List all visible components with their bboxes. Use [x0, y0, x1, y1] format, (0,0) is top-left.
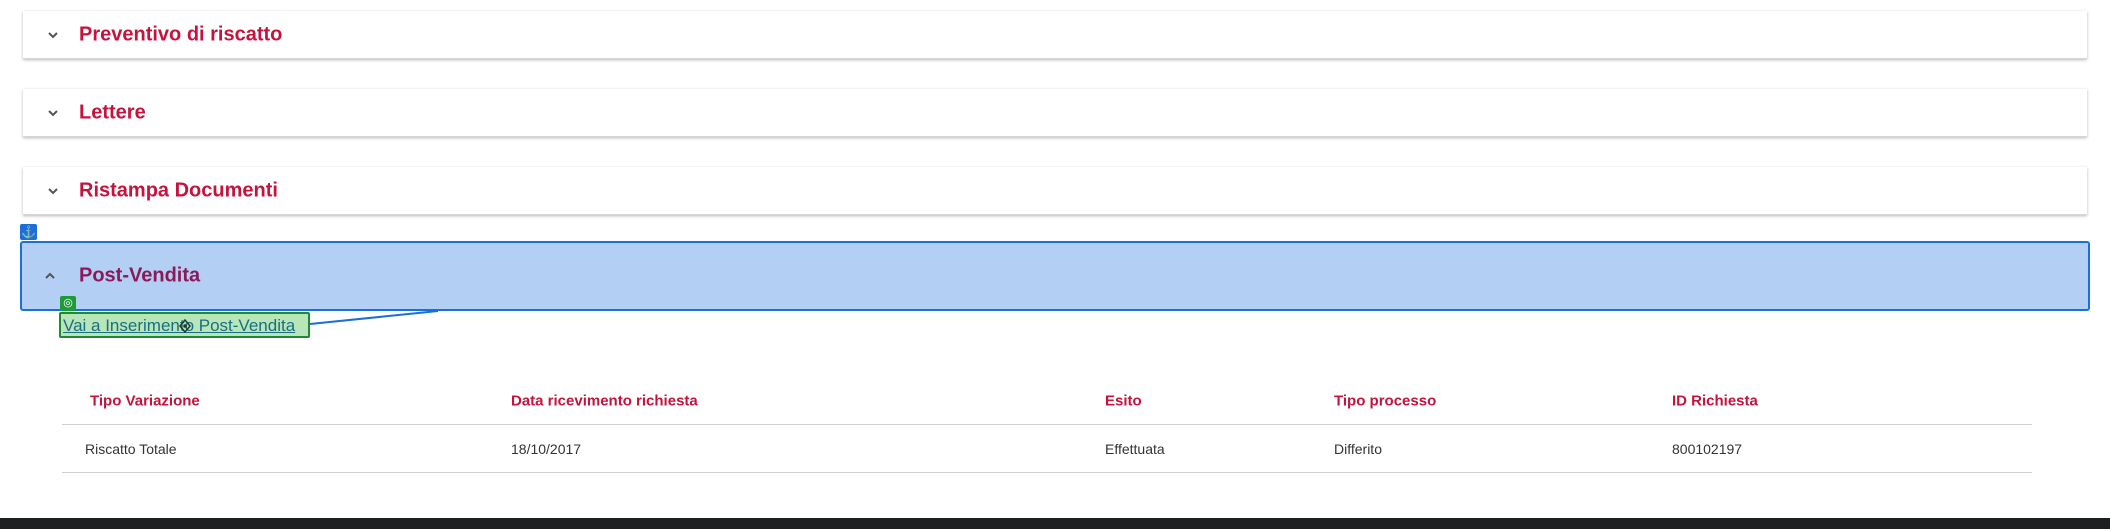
cell-data-ricevimento: 18/10/2017	[511, 440, 582, 457]
column-header-tipo-processo[interactable]: Tipo processo	[1334, 393, 1436, 410]
column-header-esito[interactable]: Esito	[1105, 393, 1142, 410]
move-icon	[179, 319, 191, 333]
column-header-tipo-variazione[interactable]: Tipo Variazione	[90, 393, 200, 410]
column-header-id-richiesta[interactable]: ID Richiesta	[1672, 393, 1758, 410]
target-icon: ◎	[60, 296, 76, 311]
column-header-data-ricevimento[interactable]: Data ricevimento richiesta	[511, 393, 698, 410]
post-vendita-table-header: Tipo Variazione Data ricevimento richies…	[62, 378, 2032, 425]
cell-tipo-processo: Differito	[1334, 440, 1382, 457]
table-row[interactable]: Riscatto Totale 18/10/2017 Effettuata Di…	[62, 425, 2032, 473]
cell-tipo-variazione: Riscatto Totale	[85, 440, 177, 457]
cell-esito: Effettuata	[1105, 440, 1165, 457]
cell-id-richiesta: 800102197	[1672, 440, 1743, 457]
taskbar	[0, 518, 2110, 529]
